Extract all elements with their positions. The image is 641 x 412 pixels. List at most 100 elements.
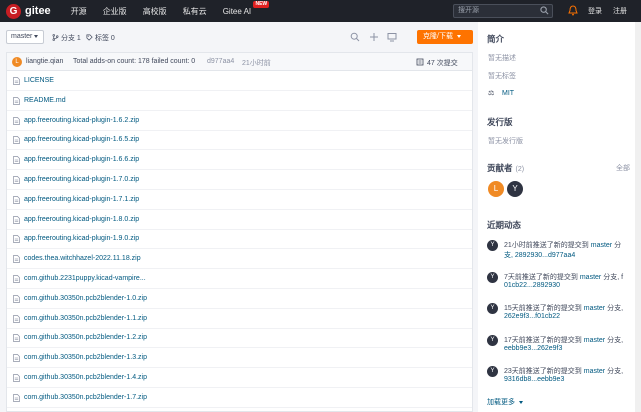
avatar[interactable]: L [488,181,504,197]
file-row[interactable]: app.freerouting.kicad-plugin-1.6.6.zip [7,150,472,171]
clone-label: 克隆/下载 [423,33,453,40]
activity-branch-link[interactable]: master [584,305,605,312]
clone-download-button[interactable]: 克隆/下载 [417,30,473,44]
avatar[interactable]: Y [487,303,498,314]
file-name[interactable]: app.freerouting.kicad-plugin-1.6.6.zip [24,156,139,163]
file-name[interactable]: com.github.2231puppy.kicad-vampire... [24,275,146,282]
file-row[interactable]: app.freerouting.kicad-plugin-1.6.2.zip [7,111,472,131]
file-name[interactable]: LICENSE [24,77,54,84]
notification-icon[interactable] [568,5,578,16]
commit-hash[interactable]: d977aa4 [207,58,234,65]
activity-suffix: 分支, [605,368,624,375]
activity-commit-range[interactable]: 262e9f3...f01cb22 [504,313,560,320]
nav-open-source[interactable]: 开源 [71,6,87,17]
file-name[interactable]: com.github.30350n.pcb2blender-1.7.zip [24,394,147,401]
file-icon [13,235,20,244]
activity-prefix: 17天前推送了新的提交到 [504,336,584,344]
avatar[interactable]: Y [487,271,498,283]
file-row[interactable]: com.github.30350n.pcb2blender-1.0.zip [7,289,472,309]
license-link[interactable]: ⚖ MIT [488,89,514,97]
file-name[interactable]: com.github.30350n.pcb2blender-1.0.zip [24,295,147,302]
commit-count[interactable]: 47 次提交 [427,58,458,68]
license-name: MIT [502,90,515,97]
activity-commit-range[interactable]: eebb9e3...262e9f3 [504,345,562,352]
file-row[interactable]: app.freerouting.kicad-plugin-1.9.0.zip [7,229,472,250]
file-row[interactable]: com.github.2231puppy.kicad-vampire... [7,269,472,289]
activity-branch-link[interactable]: master [584,337,605,344]
avatar[interactable]: Y [487,334,498,346]
search-icon[interactable] [350,32,360,42]
branch-count[interactable]: 分支 1 [52,33,81,43]
activity-range-text: 262e9f3...f01cb22 [504,313,561,320]
no-release: 暂无发行版 [488,138,523,145]
file-row[interactable]: com.github.30350n.pcb2blender-1.2.zip [7,328,472,349]
nav-private-cloud[interactable]: 私有云 [183,6,207,17]
file-icon [13,77,20,85]
tag-count[interactable]: 标签 0 [86,33,115,43]
gitee-logo[interactable]: G gitee [6,3,51,19]
activity-branch-link[interactable]: master [591,242,612,249]
file-row[interactable]: README.md [7,91,472,111]
file-name[interactable]: codes.thea.witchhazel-2022.11.18.zip [24,255,141,262]
commit-author[interactable]: liangtie.qian [26,58,63,65]
chevron-down-icon [518,400,523,404]
chevron-down-icon [456,34,461,38]
activity-commit-range[interactable]: 9316db8...eebb9e3 [504,376,564,383]
file-row[interactable]: app.freerouting.kicad-plugin-1.7.1.zip [7,190,472,210]
activity-commit-range[interactable]: 支, 2892930...d977aa4 [504,250,575,260]
file-name[interactable]: app.freerouting.kicad-plugin-1.7.0.zip [24,176,139,183]
file-row[interactable]: app.freerouting.kicad-plugin-1.7.0.zip [7,170,472,190]
file-name[interactable]: app.freerouting.kicad-plugin-1.6.2.zip [24,117,139,124]
file-name[interactable]: app.freerouting.kicad-plugin-1.9.0.zip [24,235,139,242]
file-icon [13,195,20,204]
file-name[interactable]: com.github.30350n.pcb2blender-1.2.zip [24,334,147,341]
nav-enterprise[interactable]: 企业版 [103,6,127,17]
activity-branch-link[interactable]: master [584,368,605,375]
commit-message[interactable]: Total adds-on count: 178 failed count: 0 [73,58,195,65]
file-icon [13,116,20,125]
file-row[interactable]: com.github.30350n.pcb2blender-1.7.zip [7,388,472,408]
monitor-icon[interactable] [387,32,397,42]
branch-count-label: 分支 1 [60,35,81,42]
search-input[interactable]: 搜开源 [453,4,553,18]
file-icon [13,393,20,402]
file-name[interactable]: com.github.30350n.pcb2blender-1.1.zip [24,315,147,322]
avatar[interactable]: L [12,57,22,67]
search-icon[interactable] [540,6,549,15]
plus-icon[interactable] [369,32,379,42]
load-more-link[interactable]: 加载更多 [487,397,523,407]
file-name[interactable]: app.freerouting.kicad-plugin-1.6.5.zip [24,136,139,143]
file-row[interactable]: app.freerouting.kicad-plugin-1.6.5.zip [7,130,472,151]
activity-suffix: 分支, f [601,273,624,281]
file-name[interactable]: README.md [24,97,66,104]
no-tags: 暂无标签 [488,73,516,80]
login-link[interactable]: 登录 [588,6,602,16]
file-icon [13,255,20,264]
file-name[interactable]: com.github.30350n.pcb2blender-1.4.zip [24,374,147,381]
load-more-label: 加载更多 [487,399,515,406]
activity-branch-link[interactable]: master [580,274,601,281]
nav-education[interactable]: 高校版 [143,6,167,17]
nav-gitee-ai-label: Gitee AI [222,6,252,16]
file-row[interactable]: codes.thea.witchhazel-2022.11.18.zip [7,249,472,270]
file-icon [13,334,20,343]
file-row[interactable]: com.github.30350n.pcb2blender-1.3.zip [7,348,472,369]
register-link[interactable]: 注册 [613,6,627,16]
file-name[interactable]: com.github.30350n.pcb2blender-1.3.zip [24,354,147,361]
branch-selector[interactable]: master [6,30,44,44]
nav-gitee-ai[interactable]: Gitee AI NEW [222,0,270,16]
avatar[interactable]: Y [507,181,523,197]
branch-icon [52,34,59,41]
file-name[interactable]: app.freerouting.kicad-plugin-1.8.0.zip [24,216,139,223]
file-row[interactable]: app.freerouting.kicad-plugin-1.8.0.zip [7,210,472,230]
avatar[interactable]: Y [487,240,498,251]
file-row[interactable]: com.github.30350n.pcb2blender-1.1.zip [7,309,472,329]
file-row[interactable]: com.github.30350n.pcb2blender-1.4.zip [7,368,472,388]
all-contributors-link[interactable]: 全部 [616,163,630,173]
file-row[interactable]: LICENSE [7,71,472,91]
activity-commit-range[interactable]: 01cb22...2892930 [504,282,560,289]
avatar[interactable]: Y [487,366,498,377]
activity-prefix: 23天前推送了新的提交到 [504,368,584,375]
scrollbar[interactable] [635,22,641,412]
file-name[interactable]: app.freerouting.kicad-plugin-1.7.1.zip [24,196,139,203]
